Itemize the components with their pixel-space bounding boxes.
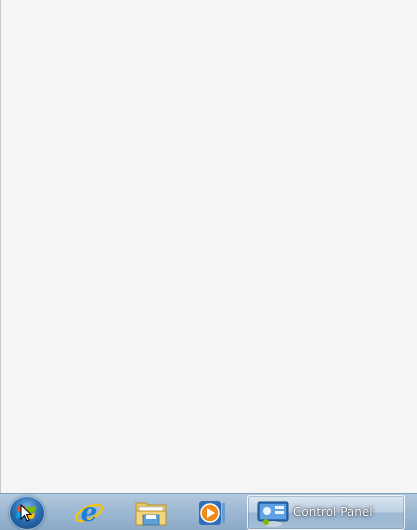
mouse-pointer-icon — [20, 504, 32, 522]
pinned-windows-explorer[interactable] — [128, 495, 174, 530]
pinned-internet-explorer[interactable]: e — [67, 495, 113, 530]
media-player-icon — [199, 501, 225, 525]
taskbar-button-label: Control Panel — [293, 505, 373, 519]
internet-explorer-icon: e — [74, 498, 104, 528]
pinned-media-player[interactable] — [190, 495, 236, 530]
svg-text:e: e — [81, 498, 98, 528]
taskbar: e Control Panel — [0, 493, 417, 530]
taskbar-button-control-panel[interactable]: Control Panel — [247, 495, 405, 530]
windows-explorer-icon — [135, 502, 167, 526]
control-panel-icon — [257, 501, 289, 527]
window-content-area — [0, 0, 417, 493]
